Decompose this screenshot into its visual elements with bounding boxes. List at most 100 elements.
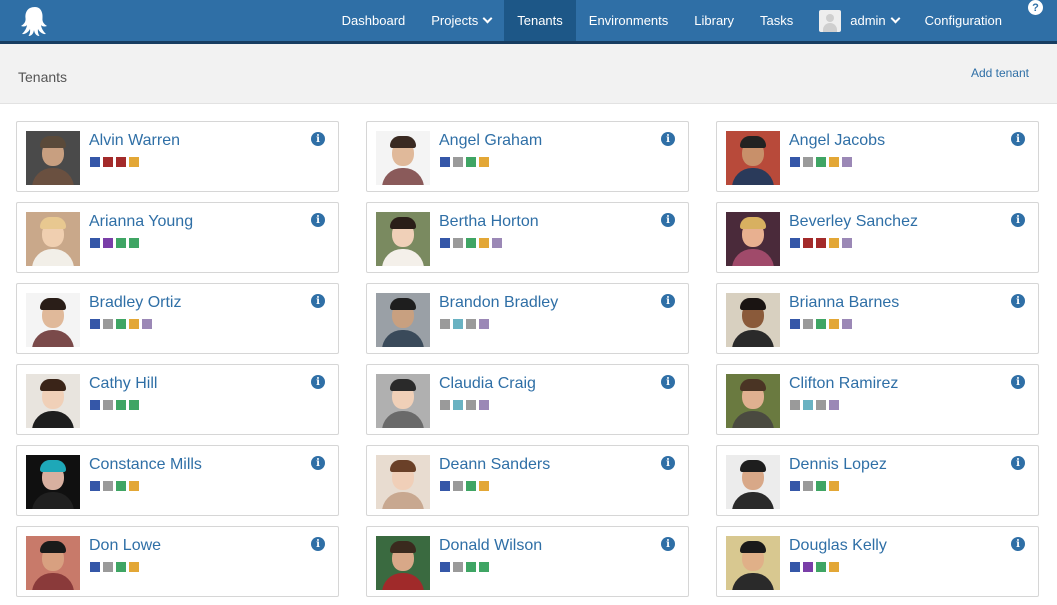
tag-swatch — [790, 319, 800, 329]
nav-environments[interactable]: Environments — [576, 0, 681, 41]
tag-swatch — [466, 481, 476, 491]
info-icon[interactable]: i — [311, 213, 325, 227]
tag-swatch — [829, 481, 839, 491]
tag-swatch — [842, 157, 852, 167]
tenant-avatar — [726, 374, 780, 428]
nav-tasks[interactable]: Tasks — [747, 0, 806, 41]
tag-swatch — [803, 481, 813, 491]
tenant-name[interactable]: Brianna Barnes — [789, 294, 899, 312]
info-icon[interactable]: i — [311, 375, 325, 389]
tag-swatch — [90, 562, 100, 572]
tag-swatch — [829, 319, 839, 329]
info-icon[interactable]: i — [661, 132, 675, 146]
tag-swatch — [816, 400, 826, 410]
tenant-card[interactable]: Arianna Young i — [16, 202, 339, 273]
top-nav-bar: Dashboard Projects Tenants Environments Libr… — [0, 0, 1057, 44]
tag-swatch — [790, 562, 800, 572]
info-icon[interactable]: i — [1011, 375, 1025, 389]
tag-swatch — [466, 157, 476, 167]
tenant-card[interactable]: Dennis Lopez i — [716, 445, 1039, 516]
tenant-card[interactable]: Claudia Craig i — [366, 364, 689, 435]
octopus-logo-icon[interactable] — [18, 5, 52, 37]
info-icon[interactable]: i — [311, 294, 325, 308]
tag-swatch — [829, 238, 839, 248]
add-tenant-button[interactable]: Add tenant — [971, 66, 1029, 80]
tenant-name[interactable]: Constance Mills — [89, 456, 202, 474]
nav-label: Environments — [588, 13, 669, 28]
tag-swatch — [129, 481, 139, 491]
tenant-card[interactable]: Angel Graham i — [366, 121, 689, 192]
tenant-name[interactable]: Don Lowe — [89, 537, 161, 555]
tag-swatch — [790, 481, 800, 491]
tenant-name[interactable]: Beverley Sanchez — [789, 213, 918, 231]
info-icon[interactable]: i — [1011, 213, 1025, 227]
tag-swatch — [103, 157, 113, 167]
tag-swatch — [116, 319, 126, 329]
info-icon[interactable]: i — [1011, 537, 1025, 551]
chevron-down-icon — [890, 13, 901, 24]
tenant-card[interactable]: Donald Wilson i — [366, 526, 689, 597]
tag-swatch — [453, 157, 463, 167]
tag-swatch — [129, 562, 139, 572]
tag-swatch — [440, 481, 450, 491]
info-icon[interactable]: i — [661, 294, 675, 308]
tenant-name[interactable]: Angel Jacobs — [789, 132, 885, 150]
tenant-name[interactable]: Dennis Lopez — [789, 456, 887, 474]
help-icon[interactable]: ? — [1028, 0, 1043, 15]
tenant-name[interactable]: Angel Graham — [439, 132, 542, 150]
tenant-card[interactable]: Bertha Horton i — [366, 202, 689, 273]
tenant-card[interactable]: Alvin Warren i — [16, 121, 339, 192]
info-icon[interactable]: i — [311, 132, 325, 146]
tenant-card[interactable]: Bradley Ortiz i — [16, 283, 339, 354]
nav-dashboard[interactable]: Dashboard — [329, 0, 419, 41]
info-icon[interactable]: i — [1011, 294, 1025, 308]
tenant-card[interactable]: Brandon Bradley i — [366, 283, 689, 354]
tenant-name[interactable]: Claudia Craig — [439, 375, 536, 393]
tenant-name[interactable]: Donald Wilson — [439, 537, 542, 555]
tenant-name[interactable]: Brandon Bradley — [439, 294, 558, 312]
nav-label: Library — [694, 13, 735, 28]
tenant-name[interactable]: Clifton Ramirez — [789, 375, 898, 393]
tag-swatch — [790, 238, 800, 248]
tag-swatch — [829, 400, 839, 410]
tenant-name[interactable]: Bradley Ortiz — [89, 294, 181, 312]
tenant-card[interactable]: Clifton Ramirez i — [716, 364, 1039, 435]
tag-swatch — [479, 562, 489, 572]
info-icon[interactable]: i — [661, 375, 675, 389]
page-title: Tenants — [18, 69, 68, 85]
tag-swatch — [816, 157, 826, 167]
tag-swatch — [453, 481, 463, 491]
tag-swatch — [453, 562, 463, 572]
nav-user-menu[interactable]: admin — [806, 0, 911, 41]
info-icon[interactable]: i — [661, 213, 675, 227]
info-icon[interactable]: i — [661, 456, 675, 470]
tenant-card[interactable]: Brianna Barnes i — [716, 283, 1039, 354]
tenant-card[interactable]: Constance Mills i — [16, 445, 339, 516]
tenant-card[interactable]: Beverley Sanchez i — [716, 202, 1039, 273]
tenant-name[interactable]: Douglas Kelly — [789, 537, 887, 555]
tenant-name[interactable]: Bertha Horton — [439, 213, 539, 231]
info-icon[interactable]: i — [1011, 456, 1025, 470]
info-icon[interactable]: i — [661, 537, 675, 551]
tenant-card[interactable]: Deann Sanders i — [366, 445, 689, 516]
tenant-tags — [440, 238, 502, 248]
tenant-card[interactable]: Douglas Kelly i — [716, 526, 1039, 597]
tenant-name[interactable]: Arianna Young — [89, 213, 193, 231]
tenant-avatar — [726, 293, 780, 347]
tag-swatch — [803, 400, 813, 410]
info-icon[interactable]: i — [311, 456, 325, 470]
nav-configuration[interactable]: Configuration — [912, 0, 1015, 41]
tenant-name[interactable]: Cathy Hill — [89, 375, 157, 393]
nav-library[interactable]: Library — [681, 0, 747, 41]
tag-swatch — [440, 319, 450, 329]
info-icon[interactable]: i — [311, 537, 325, 551]
tenant-name[interactable]: Deann Sanders — [439, 456, 550, 474]
tenant-card[interactable]: Don Lowe i — [16, 526, 339, 597]
tag-swatch — [440, 400, 450, 410]
tenant-card[interactable]: Angel Jacobs i — [716, 121, 1039, 192]
info-icon[interactable]: i — [1011, 132, 1025, 146]
tenant-card[interactable]: Cathy Hill i — [16, 364, 339, 435]
nav-tenants[interactable]: Tenants — [504, 0, 576, 41]
tenant-name[interactable]: Alvin Warren — [89, 132, 180, 150]
nav-projects[interactable]: Projects — [418, 0, 504, 41]
